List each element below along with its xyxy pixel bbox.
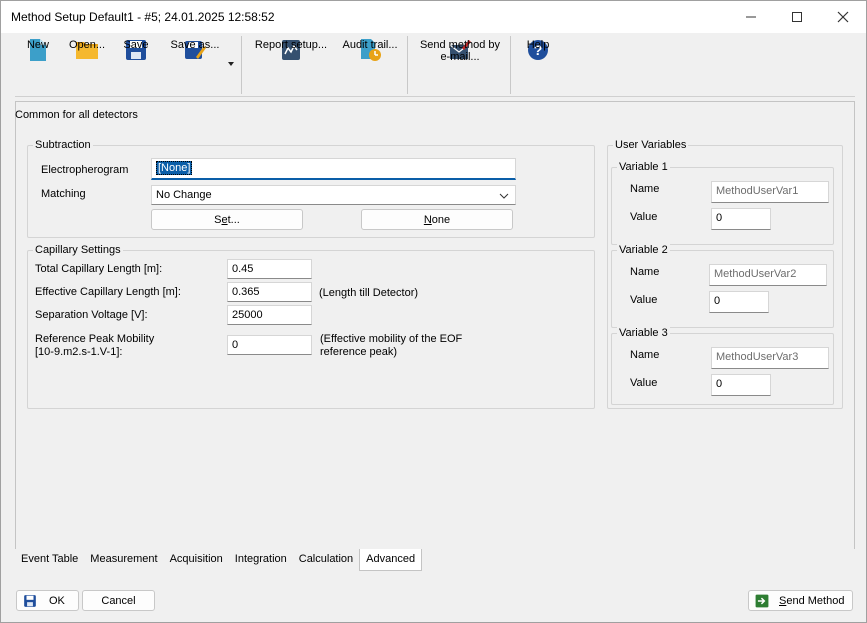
send-email-label: Send method by e-mail... xyxy=(419,39,501,63)
variable-3-value-label: Value xyxy=(630,377,658,389)
cancel-button[interactable]: Cancel xyxy=(82,590,155,611)
capillary-settings-title: Capillary Settings xyxy=(33,244,123,256)
effective-length-label: Effective Capillary Length [m]: xyxy=(35,286,181,298)
toolbar-separator xyxy=(407,36,408,94)
voltage-label: Separation Voltage [V]: xyxy=(35,309,148,321)
variable-1-value-label: Value xyxy=(630,211,658,223)
effective-length-note: (Length till Detector) xyxy=(319,287,419,299)
effective-length-field[interactable]: 0.365 xyxy=(227,282,312,302)
minimize-icon xyxy=(746,16,756,18)
help-button[interactable]: ? Help xyxy=(521,34,555,94)
matching-value: No Change xyxy=(156,189,212,201)
none-button[interactable]: None xyxy=(361,209,513,230)
electropherogram-field[interactable]: [None] xyxy=(151,158,516,180)
variable-3-value-field[interactable]: 0 xyxy=(711,374,771,396)
toolbar-separator xyxy=(241,36,242,94)
subtraction-title: Subtraction xyxy=(33,139,93,151)
mobility-label: Reference Peak Mobility [10-9.m2.s-1.V-1]… xyxy=(35,333,155,358)
toolbar-separator xyxy=(510,36,511,94)
variable-3-title: Variable 3 xyxy=(617,327,670,339)
variable-2-name-label: Name xyxy=(630,266,660,278)
variable-1-name-field[interactable]: MethodUserVar1 xyxy=(711,181,829,203)
close-icon xyxy=(837,11,849,23)
total-length-field[interactable]: 0.45 xyxy=(227,259,312,279)
open-button[interactable]: Open... xyxy=(65,34,109,94)
electropherogram-label: Electropherogram xyxy=(41,164,129,176)
report-setup-button[interactable]: Report setup... xyxy=(253,34,329,94)
save-as-dropdown[interactable] xyxy=(225,34,237,94)
variable-1-value-field[interactable]: 0 xyxy=(711,208,771,230)
tab-integration[interactable]: Integration xyxy=(229,549,293,571)
tab-acquisition[interactable]: Acquisition xyxy=(164,549,229,571)
variable-2-value-label: Value xyxy=(630,294,658,306)
toolbar: New Open... Save Save as... Report setup… xyxy=(15,34,855,96)
maximize-button[interactable] xyxy=(774,1,820,33)
voltage-field[interactable]: 25000 xyxy=(227,305,312,325)
title-bar: Method Setup Default1 - #5; 24.01.2025 1… xyxy=(1,1,866,33)
user-variables-title: User Variables xyxy=(613,139,689,151)
variable-2-title: Variable 2 xyxy=(617,244,670,256)
tab-measurement[interactable]: Measurement xyxy=(84,549,163,571)
electropherogram-value: [None] xyxy=(156,161,193,175)
toolbar-divider xyxy=(15,96,855,97)
floppy-disk-icon xyxy=(24,594,36,607)
window-title: Method Setup Default1 - #5; 24.01.2025 1… xyxy=(11,10,275,24)
chevron-down-icon xyxy=(499,193,509,199)
send-arrow-icon xyxy=(755,594,769,607)
send-method-email-button[interactable]: Send method by e-mail... xyxy=(415,34,505,94)
tab-bar: Event Table Measurement Acquisition Inte… xyxy=(15,549,423,571)
tab-event-table[interactable]: Event Table xyxy=(15,549,84,571)
variable-1-title: Variable 1 xyxy=(617,161,670,173)
variable-3-name-field[interactable]: MethodUserVar3 xyxy=(711,347,829,369)
tab-calculation[interactable]: Calculation xyxy=(293,549,359,571)
matching-label: Matching xyxy=(41,188,86,200)
save-button[interactable]: Save xyxy=(119,34,153,94)
variable-1-group xyxy=(611,167,834,245)
method-setup-window: Method Setup Default1 - #5; 24.01.2025 1… xyxy=(0,0,867,623)
panel-heading: Common for all detectors xyxy=(15,109,138,121)
close-button[interactable] xyxy=(820,1,866,33)
maximize-icon xyxy=(792,12,802,22)
mobility-note: (Effective mobility of the EOF reference … xyxy=(320,333,463,358)
audit-trail-button[interactable]: Audit trail... xyxy=(339,34,401,94)
mobility-field[interactable]: 0 xyxy=(227,335,312,355)
set-button[interactable]: Se t... xyxy=(151,209,303,230)
send-method-button[interactable]: Send Method xyxy=(748,590,853,611)
new-button[interactable]: New xyxy=(21,34,55,94)
variable-3-name-label: Name xyxy=(630,349,660,361)
variable-2-value-field[interactable]: 0 xyxy=(709,291,769,313)
dropdown-arrow-icon xyxy=(228,62,234,66)
save-as-button[interactable]: Save as... xyxy=(167,34,223,94)
total-length-label: Total Capillary Length [m]: xyxy=(35,263,163,275)
variable-2-name-field[interactable]: MethodUserVar2 xyxy=(709,264,827,286)
tab-advanced[interactable]: Advanced xyxy=(359,549,423,571)
minimize-button[interactable] xyxy=(728,1,774,33)
variable-2-group xyxy=(611,250,834,328)
matching-select[interactable]: No Change xyxy=(151,185,516,205)
variable-1-name-label: Name xyxy=(630,183,660,195)
ok-button[interactable]: OK xyxy=(16,590,79,611)
